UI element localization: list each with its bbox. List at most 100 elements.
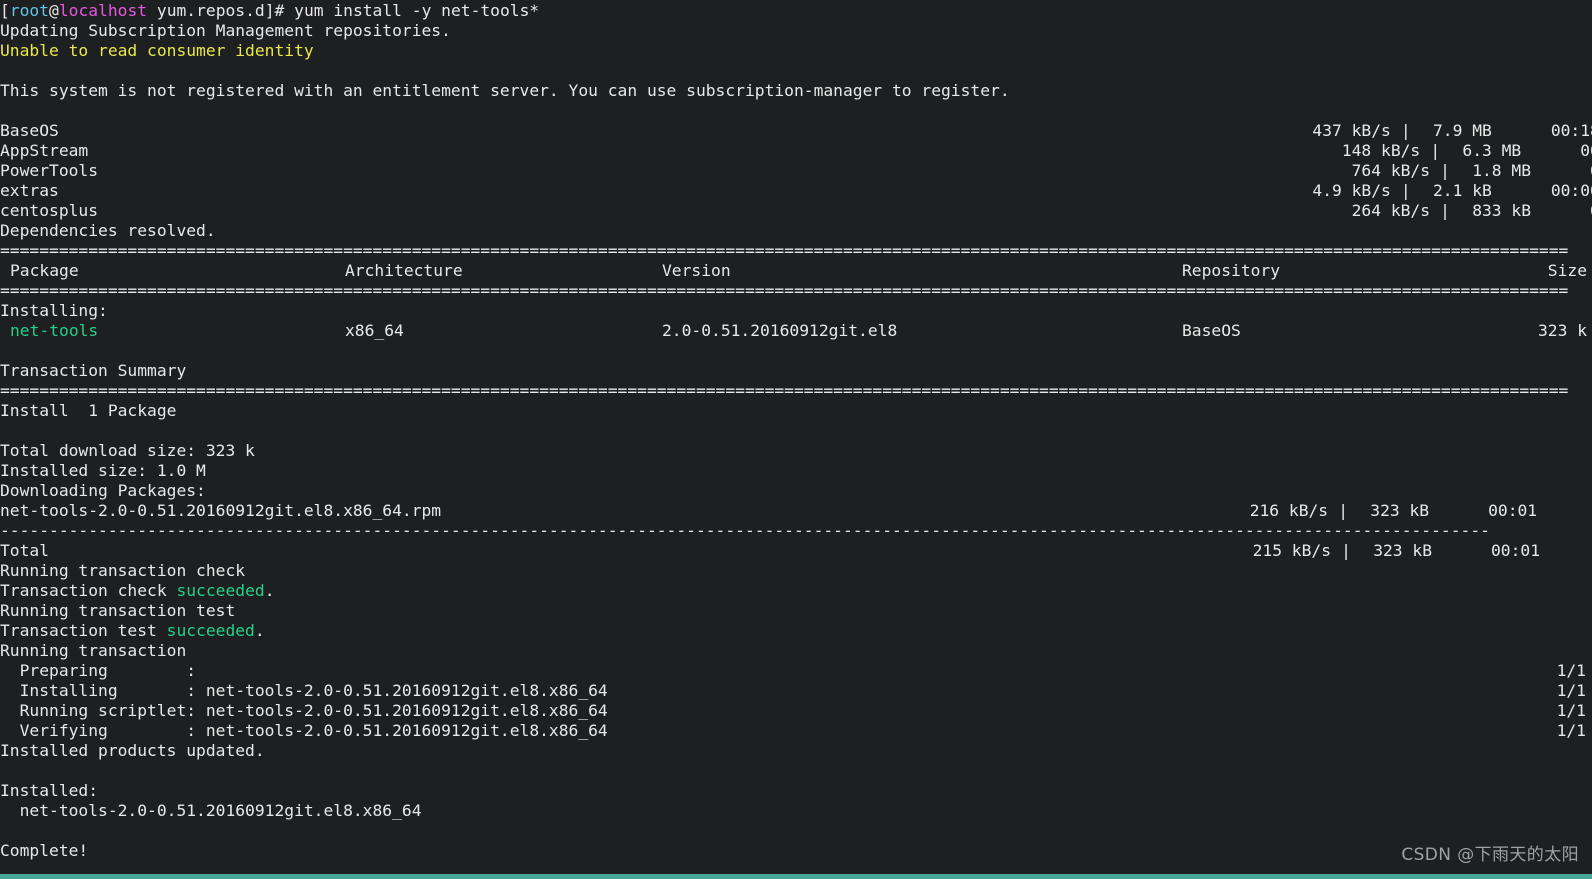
line-installed-package: net-tools-2.0-0.51.20160912git.el8.x86_6…	[0, 801, 422, 820]
separator-equals: ========================================…	[0, 381, 1569, 400]
transaction-step-label: Installing :	[0, 681, 197, 700]
transaction-step-label: Running scriptlet:	[0, 701, 197, 720]
repo-name: BaseOS	[0, 121, 59, 140]
cell-package-name: net-tools	[10, 321, 99, 340]
repo-size: 6.3 MB	[1462, 141, 1522, 160]
period: .	[254, 621, 265, 640]
repo-size: 1.8 MB	[1472, 161, 1532, 180]
line-running-transaction-check: Running transaction check	[0, 561, 246, 580]
download-total-size: 323 kB	[1373, 541, 1433, 560]
transaction-step-label: Verifying :	[0, 721, 197, 740]
download-total-time: 00:01	[1491, 541, 1541, 560]
repo-size: 2.1 kB	[1433, 181, 1492, 200]
repo-time: 00:02	[1531, 161, 1592, 181]
status-succeeded: succeeded	[176, 581, 265, 600]
repo-row: BaseOS 437 kB/s | 7.9 MB 00:18	[0, 121, 1592, 141]
repo-time: 00:43	[1580, 141, 1592, 160]
prompt-bracket-open: [	[0, 1, 10, 20]
repo-time: 00:00	[1550, 181, 1592, 200]
repo-pipe: |	[1400, 181, 1411, 200]
transaction-step-target: net-tools-2.0-0.51.20160912git.el8.x86_6…	[196, 721, 608, 740]
package-table-row: net-tools x86_64 2.0-0.51.20160912git.el8 B…	[0, 321, 1592, 341]
col-header-size: Size	[1547, 261, 1587, 280]
line-downloading-packages: Downloading Packages:	[0, 481, 206, 500]
transaction-step-row: Preparing : 1/1	[0, 661, 1592, 681]
cell-version: 2.0-0.51.20160912git.el8	[662, 321, 898, 340]
repo-time: 00:03	[1531, 201, 1592, 221]
repo-row: PowerTools 764 kB/s | 1.8 MB00:02	[0, 161, 1592, 181]
separator-equals: ========================================…	[0, 281, 1569, 300]
terminal-output[interactable]: [root@localhost yum.repos.d]# yum instal…	[0, 1, 1592, 861]
prompt-at: @	[49, 1, 59, 20]
repo-name: extras	[0, 181, 59, 200]
cell-size: 323 k	[1537, 321, 1587, 340]
repo-size: 833 kB	[1472, 201, 1532, 220]
download-pipe: |	[1338, 501, 1349, 520]
repo-row: extras 4.9 kB/s | 2.1 kB 00:00	[0, 181, 1592, 201]
col-header-repository: Repository	[1182, 261, 1281, 280]
cell-architecture: x86_64	[345, 321, 404, 340]
separator-equals: ========================================…	[0, 241, 1569, 260]
line-transaction-test-result: Transaction test succeeded.	[0, 621, 1592, 641]
status-succeeded: succeeded	[166, 621, 255, 640]
line-total-download-size: Total download size: 323 k	[0, 441, 255, 460]
download-time: 00:01	[1488, 501, 1538, 520]
download-total-label: Total	[0, 541, 50, 560]
repo-rate: 437 kB/s	[1312, 121, 1391, 140]
repo-rate: 764 kB/s	[1351, 161, 1431, 180]
period: .	[264, 581, 275, 600]
line-transaction-check-result: Transaction check succeeded.	[0, 581, 1592, 601]
line-installed-size: Installed size: 1.0 M	[0, 461, 206, 480]
terminal-window[interactable]: [root@localhost yum.repos.d]# yum instal…	[0, 0, 1592, 879]
prompt-line: [root@localhost yum.repos.d]# yum instal…	[0, 1, 1592, 21]
download-total-row: Total 215 kB/s | 323 kB 00:01	[0, 541, 1592, 561]
bottom-accent-bar	[0, 874, 1592, 879]
line-running-transaction-test: Running transaction test	[0, 601, 236, 620]
repo-rate: 264 kB/s	[1351, 201, 1431, 220]
prompt-sigil: #	[274, 1, 295, 20]
transaction-step-count: 1/1	[1556, 701, 1586, 720]
package-table-header: Package Architecture Version Repository Size	[0, 261, 1592, 281]
repo-pipe: |	[1430, 141, 1441, 160]
col-header-version: Version	[662, 261, 731, 280]
repo-time: 00:18	[1550, 121, 1592, 140]
line-installing-label: Installing:	[0, 301, 108, 320]
repo-size: 7.9 MB	[1433, 121, 1492, 140]
transaction-check-prefix: Transaction check	[0, 581, 177, 600]
line-installed-header: Installed:	[0, 781, 99, 800]
download-total-rate: 215 kB/s	[1252, 541, 1332, 560]
repo-rate: 148 kB/s	[1341, 141, 1421, 160]
prompt-cwd: yum.repos.d	[156, 1, 265, 20]
col-header-package: Package	[10, 261, 79, 280]
prompt-host: localhost	[58, 1, 148, 20]
transaction-step-row: Installing : net-tools-2.0-0.51.20160912…	[0, 681, 1592, 701]
transaction-step-row: Running scriptlet: net-tools-2.0-0.51.20…	[0, 701, 1592, 721]
repo-pipe: |	[1440, 201, 1450, 220]
transaction-step-target: net-tools-2.0-0.51.20160912git.el8.x86_6…	[196, 701, 608, 720]
transaction-step-target: net-tools-2.0-0.51.20160912git.el8.x86_6…	[196, 681, 608, 700]
repo-name: PowerTools	[0, 161, 99, 180]
line-running-transaction: Running transaction	[0, 641, 187, 660]
repo-name: AppStream	[0, 141, 89, 160]
transaction-step-label: Preparing :	[0, 661, 197, 680]
command-input[interactable]: yum install -y net-tools*	[294, 1, 539, 20]
prompt-user: root	[9, 1, 50, 20]
download-rate: 216 kB/s	[1249, 501, 1329, 520]
download-progress-row: net-tools-2.0-0.51.20160912git.el8.x86_6…	[0, 501, 1592, 521]
repo-pipe: |	[1400, 121, 1411, 140]
line-transaction-summary: Transaction Summary	[0, 361, 187, 380]
transaction-step-row: Verifying : net-tools-2.0-0.51.20160912g…	[0, 721, 1592, 741]
cell-repository: BaseOS	[1182, 321, 1241, 340]
download-total-pipe: |	[1341, 541, 1351, 560]
repo-rate: 4.9 kB/s	[1312, 181, 1391, 200]
repo-pipe: |	[1440, 161, 1450, 180]
transaction-test-prefix: Transaction test	[0, 621, 167, 640]
line-installed-products-updated: Installed products updated.	[0, 741, 265, 760]
transaction-step-count: 1/1	[1556, 721, 1586, 740]
